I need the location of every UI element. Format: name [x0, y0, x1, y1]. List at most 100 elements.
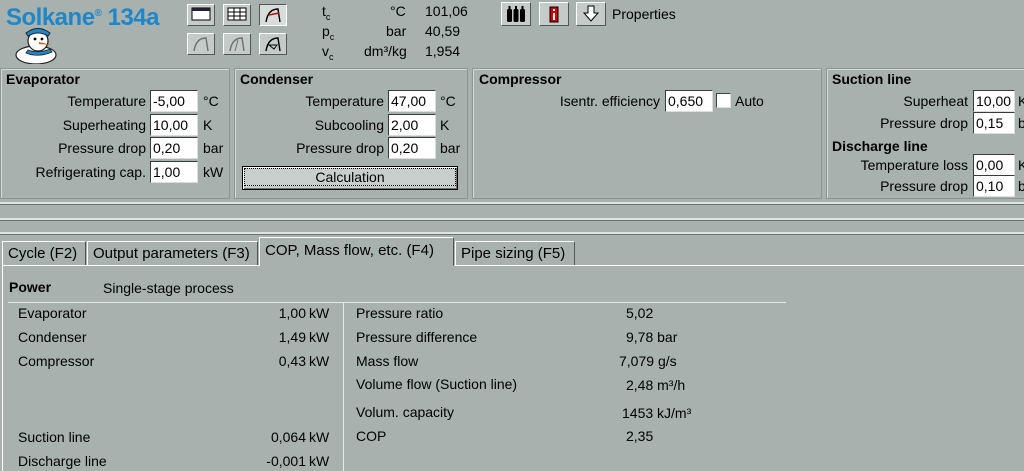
result-volum-capacity-value: 1453 kJ/m³	[622, 405, 692, 421]
export-button[interactable]	[576, 2, 606, 26]
result-condenser-label: Condenser	[18, 329, 87, 345]
result-cop-value: 2,35	[626, 428, 654, 444]
calculation-button[interactable]: Calculation	[242, 166, 458, 190]
result-suction-line-label: Suction line	[18, 429, 91, 445]
process-type: Single-stage process	[103, 280, 234, 296]
result-evaporator-value: 1,00	[278, 305, 306, 321]
result-mass-flow-value: 7,079 g/s	[619, 353, 677, 369]
tabs-divider	[0, 232, 1024, 235]
discharge-pressure-drop-unit: bar	[1018, 178, 1024, 194]
result-compressor-unit: kW	[309, 353, 330, 369]
vc-unit: dm³/kg	[364, 43, 407, 59]
result-condenser-unit: kW	[309, 329, 330, 345]
compressor-title: Compressor	[479, 71, 562, 87]
curve-icon	[193, 37, 209, 52]
evap-refrigerating-cap-label: Refrigerating cap.	[35, 164, 146, 180]
cond-subcooling-unit: K	[440, 117, 450, 133]
result-pressure-difference-value: 9,78 bar	[626, 329, 678, 345]
evap-pressure-drop-input[interactable]: 0,20	[150, 137, 198, 159]
info-button[interactable]	[539, 2, 569, 26]
cond-pressure-drop-input[interactable]: 0,20	[388, 137, 436, 159]
cond-temperature-input[interactable]: 47,00	[388, 90, 436, 112]
evap-temperature-label: Temperature	[67, 93, 146, 109]
discharge-pressure-drop-input[interactable]: 0,10	[973, 175, 1015, 197]
results-column-divider	[343, 302, 344, 471]
cond-subcooling-label: Subcooling	[314, 117, 384, 133]
ph-diagram-icon	[265, 8, 281, 23]
curve-icon	[229, 37, 245, 52]
ts-diagram-button[interactable]	[187, 33, 215, 55]
splitter-bottom[interactable]	[0, 218, 1024, 221]
cond-pressure-drop-label: Pressure drop	[296, 140, 384, 156]
discharge-temperature-loss-input[interactable]: 0,00	[973, 154, 1015, 176]
diagram-grid-view-button[interactable]	[223, 4, 251, 26]
snowman-mascot-icon	[8, 24, 64, 65]
tab-output-parameters[interactable]: Output parameters (F3)	[87, 241, 258, 265]
result-volum-capacity-unit: kJ/m³	[657, 405, 692, 421]
auto-checkbox[interactable]	[716, 93, 731, 108]
diagram-table-view-button[interactable]	[187, 4, 215, 26]
suction-superheat-input[interactable]: 10,00	[973, 90, 1015, 112]
down-arrow-icon	[582, 5, 600, 22]
pc-unit: bar	[386, 23, 407, 39]
isentr-efficiency-label: Isentr. efficiency	[559, 93, 660, 109]
critical-point-values: tc °C 101,06 pc bar 40,59 vc dm³/kg 1,95…	[322, 3, 482, 63]
result-mass-flow-unit: g/s	[657, 353, 677, 369]
tab-pipe-sizing[interactable]: Pipe sizing (F5)	[455, 241, 575, 265]
evap-temperature-unit: °C	[203, 93, 219, 109]
suction-pressure-drop-unit: bar	[1018, 115, 1024, 131]
cond-subcooling-input[interactable]: 2,00	[388, 114, 436, 136]
compressor-group	[472, 68, 822, 199]
vc-value: 1,954	[425, 43, 461, 59]
suction-pressure-drop-label: Pressure drop	[880, 115, 968, 131]
condenser-title: Condenser	[240, 71, 314, 87]
logo-reg-mark: ®	[94, 8, 102, 19]
suction-line-title: Suction line	[832, 71, 912, 87]
results-divider	[8, 302, 786, 303]
result-pressure-ratio-value: 5,02	[626, 305, 654, 321]
tc-symbol: tc	[322, 3, 331, 22]
splitter-top	[0, 202, 1024, 205]
suction-pressure-drop-input[interactable]: 0,15	[973, 112, 1015, 134]
result-discharge-line-label: Discharge line	[18, 453, 107, 469]
result-cop-label: COP	[356, 428, 387, 444]
suction-superheat-label: Superheat	[903, 93, 968, 109]
cond-pressure-drop-unit: bar	[440, 140, 461, 156]
hs-diagram-button[interactable]	[223, 33, 251, 55]
gas-cylinders-icon	[507, 6, 525, 22]
result-pressure-difference-unit: bar	[657, 329, 678, 345]
evap-refrigerating-cap-unit: kW	[203, 164, 224, 180]
calculation-button-label: Calculation	[244, 168, 456, 186]
evap-temperature-input[interactable]: -5,00	[150, 90, 198, 112]
pc-value: 40,59	[425, 23, 461, 39]
auto-label: Auto	[735, 93, 764, 109]
log-ph-diagram-button[interactable]	[259, 4, 287, 26]
window-icon	[191, 7, 211, 21]
result-compressor-value: 0,43	[278, 353, 306, 369]
vc-symbol: vc	[322, 43, 334, 62]
result-mass-flow-label: Mass flow	[356, 353, 419, 369]
evaporator-title: Evaporator	[6, 71, 80, 87]
evap-pressure-drop-label: Pressure drop	[58, 140, 146, 156]
isentr-efficiency-input[interactable]: 0,650	[665, 90, 713, 112]
pc-symbol: pc	[322, 23, 335, 42]
power-title: Power	[9, 279, 52, 295]
evap-superheating-input[interactable]: 10,00	[150, 114, 198, 136]
logo-model: 134a	[107, 4, 160, 31]
result-suction-line-value: 0,064	[270, 429, 306, 445]
tc-unit: °C	[390, 3, 406, 19]
tab-cycle[interactable]: Cycle (F2)	[2, 241, 86, 265]
refrigerant-cylinders-button[interactable]	[501, 2, 531, 26]
result-condenser-value: 1,49	[278, 329, 306, 345]
discharge-line-title: Discharge line	[832, 138, 928, 154]
discharge-pressure-drop-label: Pressure drop	[880, 178, 968, 194]
tab-cop-mass-flow[interactable]: COP, Mass flow, etc. (F4)	[259, 237, 454, 266]
cycle-diagram-button[interactable]	[259, 33, 287, 55]
evap-refrigerating-cap-input[interactable]: 1,00	[150, 161, 198, 183]
result-evaporator-unit: kW	[309, 305, 330, 321]
result-evaporator-label: Evaporator	[18, 305, 87, 321]
discharge-temperature-loss-label: Temperature loss	[860, 157, 968, 173]
properties-link[interactable]: Properties	[612, 6, 676, 22]
result-volume-flow-unit: m³/h	[657, 377, 686, 393]
result-discharge-line-value: -0,001	[266, 453, 306, 469]
